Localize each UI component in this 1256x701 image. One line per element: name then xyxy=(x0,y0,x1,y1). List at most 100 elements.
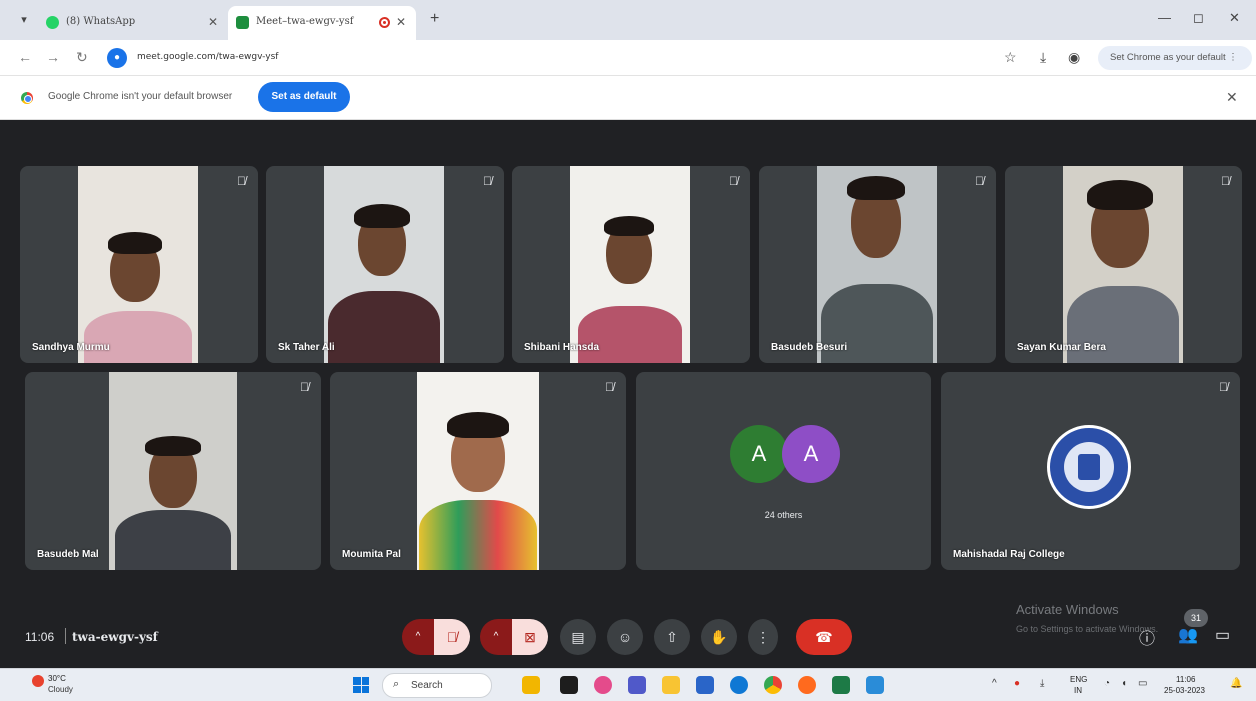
chrome-logo-icon xyxy=(21,92,33,104)
participant-tile[interactable]: 🎙̸ Moumita Pal xyxy=(330,372,626,570)
participant-tile[interactable]: 🎙̸ Basudeb Mal xyxy=(25,372,321,570)
mic-off-icon: 🎙̸ xyxy=(975,174,984,188)
meeting-code: twa-ewgv-ysf xyxy=(72,630,158,644)
default-browser-infobar: Google Chrome isn't your default browser… xyxy=(0,76,1256,120)
people-app-icon[interactable] xyxy=(522,676,540,694)
college-logo xyxy=(1047,425,1131,509)
search-label: Search xyxy=(411,680,443,691)
mic-options-chevron-icon[interactable]: ^ xyxy=(402,619,434,655)
meeting-details-info-icon[interactable]: ⓘ xyxy=(1139,625,1155,649)
participant-video xyxy=(78,166,198,363)
restore-icon[interactable]: ◻ xyxy=(1193,10,1204,26)
participant-name: Shibani Hansda xyxy=(524,342,600,353)
participant-tile[interactable]: 🎙̸ Basudeb Besuri xyxy=(759,166,996,363)
new-tab-plus-icon[interactable]: + xyxy=(430,10,439,28)
participant-tile[interactable]: 🎙̸ Sayan Kumar Bera xyxy=(1005,166,1242,363)
weather-temp: 30°C xyxy=(48,674,66,683)
taskbar-search[interactable]: ⌕ Search xyxy=(382,673,492,698)
taskbar-time[interactable]: 11:06 xyxy=(1176,675,1195,684)
firefox-browser-icon[interactable] xyxy=(798,676,816,694)
participant-name: Basudeb Mal xyxy=(37,549,99,560)
others-tile[interactable]: A A 24 others xyxy=(636,372,931,570)
participant-name: Sandhya Murmu xyxy=(32,342,110,353)
tab-title: (8) WhatsApp xyxy=(66,16,136,27)
mic-off-icon: 🎙̸ xyxy=(605,380,614,394)
teams-app-icon[interactable] xyxy=(628,676,646,694)
divider xyxy=(65,628,66,644)
weather-icon[interactable] xyxy=(32,675,44,687)
windows-start-icon[interactable] xyxy=(353,677,369,693)
minimize-icon[interactable]: — xyxy=(1158,10,1171,25)
url-field[interactable]: meet.google.com/twa-ewgv-ysf xyxy=(137,52,278,62)
mic-off-icon: 🎙̸ xyxy=(237,174,246,188)
meeting-clock: 11:06 xyxy=(25,630,55,644)
battery-icon[interactable]: ▭ xyxy=(1138,678,1147,689)
raise-hand-button[interactable]: ✋ xyxy=(701,619,737,655)
participant-video xyxy=(817,166,937,363)
end-call-button[interactable]: ☎ xyxy=(796,619,852,655)
camera-toggle-button[interactable]: ⊠ xyxy=(512,619,548,655)
set-as-default-button[interactable]: Set as default xyxy=(258,82,350,112)
recording-indicator-icon xyxy=(379,17,390,28)
set-default-pill-button[interactable]: Set Chrome as your default ⋮ xyxy=(1098,46,1252,70)
emoji-reaction-button[interactable]: ☺ xyxy=(607,619,643,655)
photo-viewer-icon[interactable] xyxy=(866,676,884,694)
participant-tile[interactable]: 🎙̸ Shibani Hansda xyxy=(512,166,750,363)
region-indicator: IN xyxy=(1074,686,1082,695)
participant-video xyxy=(109,372,237,570)
mic-toggle-button[interactable]: 🎙̸ xyxy=(434,619,470,655)
participant-name: Sk Taher Ali xyxy=(278,342,335,353)
whatsapp-favicon-icon xyxy=(46,16,59,29)
file-explorer-icon[interactable] xyxy=(662,676,680,694)
more-options-button[interactable]: ⋮ xyxy=(748,619,778,655)
people-icon[interactable]: 👥 xyxy=(1178,625,1198,645)
edge-browser-icon[interactable] xyxy=(730,676,748,694)
tab-close-icon[interactable]: ✕ xyxy=(208,15,218,29)
search-icon: ⌕ xyxy=(393,678,400,690)
address-bar: ← → ↻ ● meet.google.com/twa-ewgv-ysf ☆ ⤓… xyxy=(0,40,1256,76)
chat-icon[interactable]: ▭ xyxy=(1215,625,1230,645)
wifi-icon[interactable]: ◔ xyxy=(1104,678,1110,689)
camera-options-chevron-icon[interactable]: ^ xyxy=(480,619,512,655)
reload-icon[interactable]: ↻ xyxy=(76,49,88,66)
close-window-icon[interactable]: ✕ xyxy=(1229,10,1240,26)
browser-tab-bar: ▾ (8) WhatsApp ✕ Meet–twa-ewgv-ysf ✕ + —… xyxy=(0,0,1256,40)
participant-video xyxy=(324,166,444,363)
participant-video xyxy=(1063,166,1183,363)
tray-app-icon[interactable]: ● xyxy=(1014,678,1020,689)
tray-chevron-up-icon[interactable]: ^ xyxy=(992,678,997,689)
volume-icon[interactable]: ◖ xyxy=(1121,678,1127,689)
participant-video xyxy=(570,166,690,363)
mic-off-icon: 🎙̸ xyxy=(1219,380,1228,394)
participant-tile[interactable]: 🎙̸ Sk Taher Ali xyxy=(266,166,504,363)
participant-name: Basudeb Besuri xyxy=(771,342,848,353)
infobar-message: Google Chrome isn't your default browser xyxy=(48,91,233,102)
tab-meet[interactable]: Meet–twa-ewgv-ysf ✕ xyxy=(228,6,416,40)
profile-icon[interactable]: ◉ xyxy=(1068,49,1080,66)
bookmark-star-icon[interactable]: ☆ xyxy=(1004,49,1017,66)
present-screen-button[interactable]: ⇧ xyxy=(654,619,690,655)
participant-tile[interactable]: 🎙̸ Sandhya Murmu xyxy=(20,166,258,363)
photos-app-icon[interactable] xyxy=(594,676,612,694)
participant-name: Mahishadal Raj College xyxy=(953,549,1065,560)
download-icon[interactable]: ⤓ xyxy=(1040,49,1046,66)
captions-button[interactable]: ▤ xyxy=(560,619,596,655)
forward-arrow-icon[interactable]: → xyxy=(46,49,60,65)
tray-download-icon[interactable]: ⤓ xyxy=(1040,678,1044,689)
chrome-browser-icon[interactable] xyxy=(764,676,782,694)
mic-off-icon: 🎙̸ xyxy=(1221,174,1230,188)
infobar-close-icon[interactable]: ✕ xyxy=(1226,89,1238,106)
tab-close-icon[interactable]: ✕ xyxy=(396,15,406,29)
windows-taskbar: 30°C Cloudy ⌕ Search ^ ● ⤓ ENG IN ◔ ◖ ▭ … xyxy=(0,668,1256,701)
tab-title: Meet–twa-ewgv-ysf xyxy=(256,16,354,27)
notification-bell-icon[interactable]: 🔔 xyxy=(1230,678,1242,689)
excel-app-icon[interactable] xyxy=(832,676,850,694)
task-view-icon[interactable] xyxy=(560,676,578,694)
tab-whatsapp[interactable]: (8) WhatsApp ✕ xyxy=(38,6,228,40)
back-arrow-icon[interactable]: ← xyxy=(18,49,32,65)
site-info-icon[interactable]: ● xyxy=(107,48,127,68)
language-indicator[interactable]: ENG xyxy=(1070,675,1087,684)
taskbar-date[interactable]: 25-03-2023 xyxy=(1164,686,1205,695)
tab-search-chevron-icon[interactable]: ▾ xyxy=(14,10,34,30)
store-app-icon[interactable] xyxy=(696,676,714,694)
